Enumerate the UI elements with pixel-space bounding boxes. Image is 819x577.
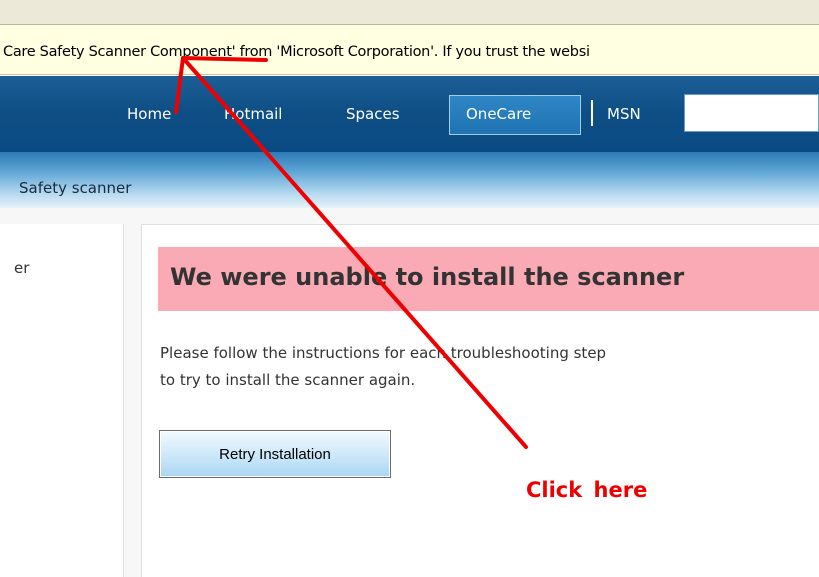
instructions-line-2: to try to install the scanner again. [160, 371, 416, 389]
nav-spaces[interactable]: Spaces [346, 105, 400, 123]
click-here-annotation: Click here [526, 478, 648, 502]
nav-hotmail[interactable]: Hotmail [224, 105, 282, 123]
information-bar-message[interactable]: Care Safety Scanner Component' from 'Mic… [3, 44, 590, 60]
retry-installation-button[interactable]: Retry Installation [159, 430, 391, 478]
nav-home[interactable]: Home [127, 105, 171, 123]
error-banner: We were unable to install the scanner [158, 247, 819, 311]
search-input[interactable] [684, 94, 819, 132]
nav-msn[interactable]: MSN [607, 105, 641, 123]
nav-onecare[interactable]: OneCare [449, 95, 581, 135]
instructions-line-1: Please follow the instructions for each … [160, 344, 607, 362]
breadcrumb-bar: Safety scanner [0, 152, 819, 208]
browser-chrome [0, 0, 819, 25]
sidebar-item-label[interactable]: er [14, 259, 29, 277]
left-sidebar: er [0, 224, 124, 577]
instructions-text: Please follow the instructions for each … [160, 340, 819, 394]
information-bar[interactable]: Care Safety Scanner Component' from 'Mic… [0, 25, 819, 75]
top-navigation: Home Hotmail Spaces OneCare MSN [0, 76, 819, 152]
nav-divider [591, 100, 593, 126]
browser-window: Care Safety Scanner Component' from 'Mic… [0, 0, 819, 577]
page-title: We were unable to install the scanner [170, 263, 685, 291]
nav-onecare-label: OneCare [466, 105, 532, 123]
breadcrumb: Safety scanner [19, 179, 132, 197]
